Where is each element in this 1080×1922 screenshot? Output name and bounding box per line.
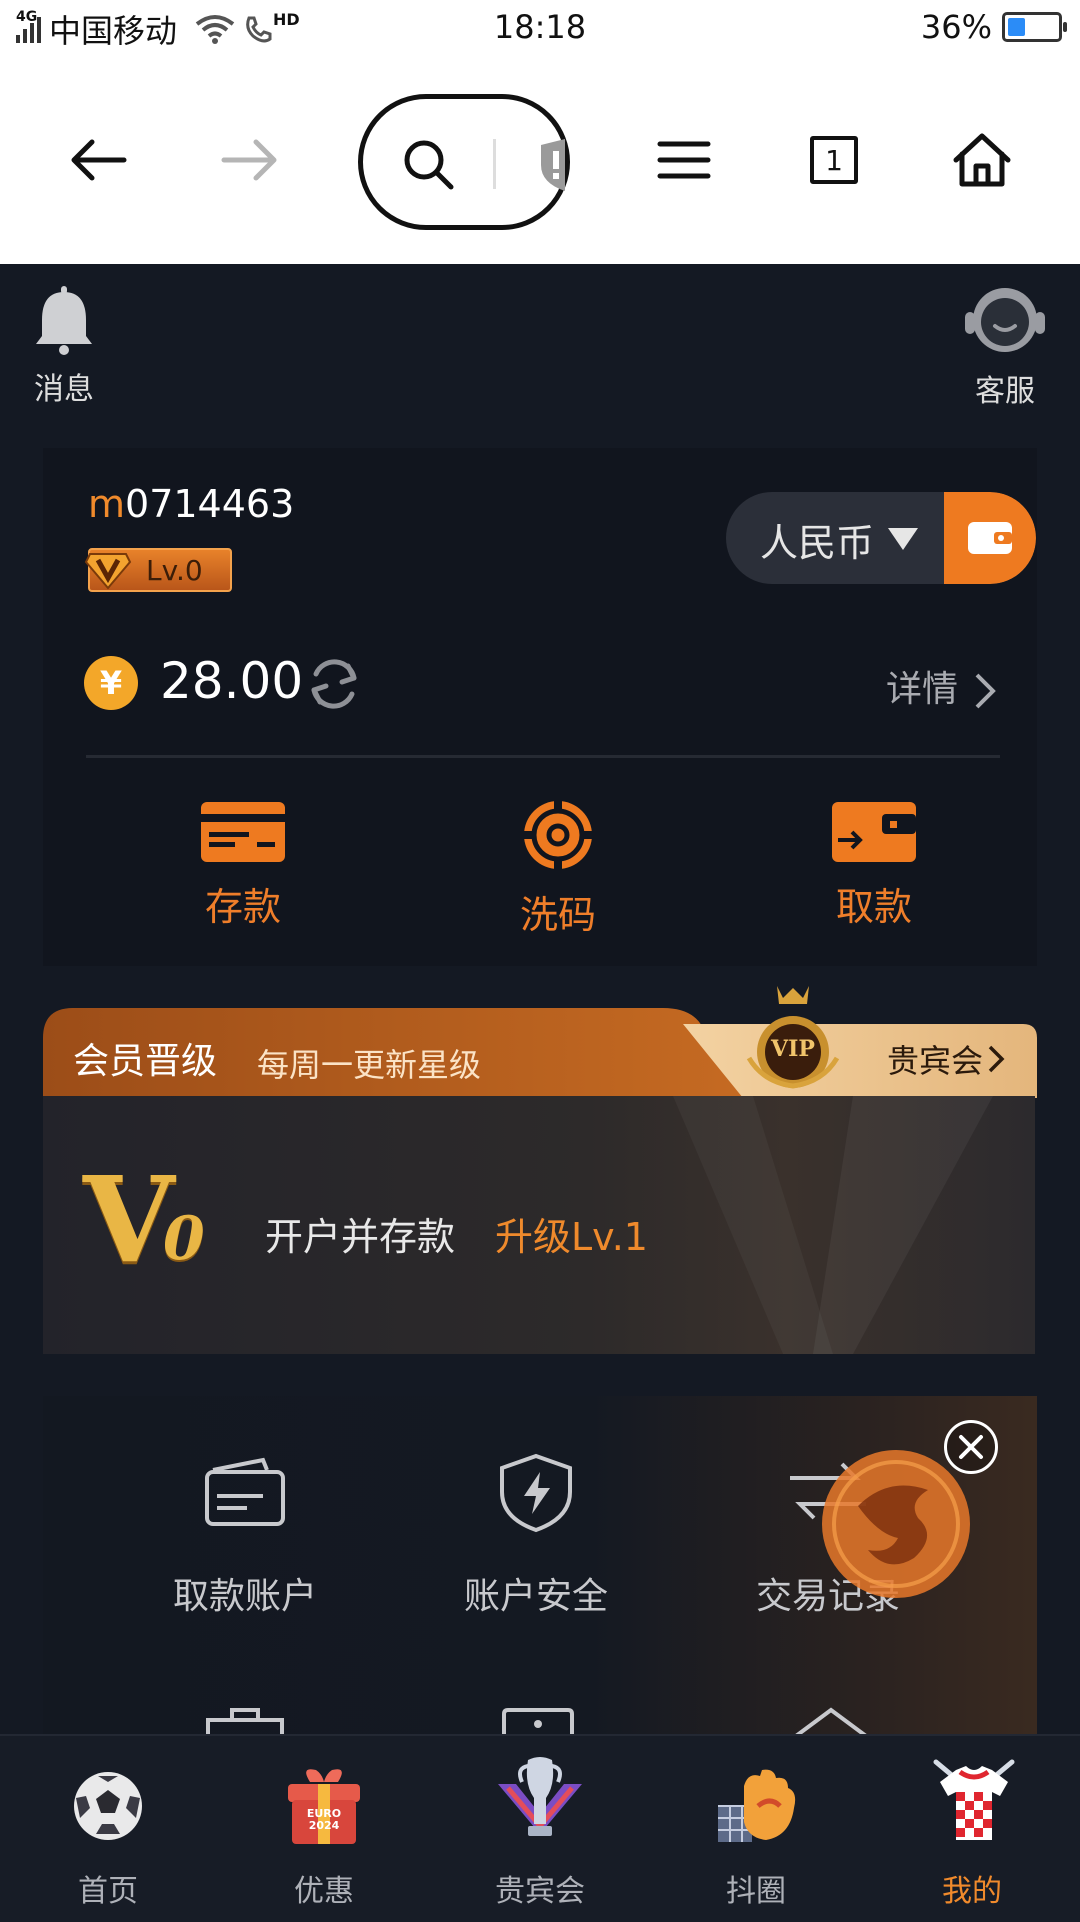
caret-down-icon (888, 528, 918, 550)
withdraw-button[interactable]: 取款 (774, 800, 974, 931)
rebate-label: 洗码 (519, 893, 596, 937)
deposit-label: 存款 (204, 885, 281, 929)
vip-subtitle: 每周一更新星级 (257, 1046, 482, 1084)
customer-service-button[interactable]: 客服 (962, 282, 1048, 410)
account-security-label: 账户安全 (463, 1576, 608, 1617)
status-time: 18:18 (493, 8, 587, 46)
bank-card-icon (205, 1457, 285, 1526)
nav-promotions-label: 优惠 (294, 1874, 354, 1909)
gift-box-icon (288, 1769, 360, 1844)
level-text: Lv.0 (146, 554, 203, 587)
shield-alert-icon (541, 139, 565, 191)
nav-profile-label: 我的 (942, 1874, 1002, 1909)
card-divider (86, 755, 1000, 758)
euro-badge: EURO 2024 (306, 1807, 342, 1832)
goalkeeper-glove-icon (718, 1769, 796, 1842)
browser-toolbar: 1 (0, 56, 1080, 264)
close-promo-button[interactable] (944, 1420, 998, 1474)
jersey-icon (933, 1759, 1015, 1840)
monitor-icon (502, 1708, 574, 1736)
nav-vip-label: 贵宾会 (495, 1874, 585, 1909)
nav-home-label: 首页 (78, 1874, 138, 1909)
wallet-icon (968, 522, 1012, 554)
vip-level-digit: 0 (163, 1204, 205, 1274)
battery-status: 36% (920, 8, 1067, 46)
tabs-button[interactable]: 1 (794, 56, 874, 264)
shield-bolt-icon (500, 1453, 572, 1533)
tab-count-icon: 1 (810, 136, 858, 184)
currency-selector[interactable]: 人民币 (726, 492, 1036, 584)
bell-icon (36, 286, 92, 355)
back-button[interactable] (58, 56, 138, 264)
chip-icon (523, 800, 593, 870)
messages-button[interactable]: 消息 (24, 286, 104, 408)
nav-feed-label: 抖圈 (726, 1874, 786, 1909)
forward-button[interactable] (210, 56, 290, 264)
balance: 28.00 (160, 652, 304, 710)
tab-count: 1 (825, 143, 843, 177)
search-pill[interactable] (358, 94, 570, 230)
vip-title: 会员晋级 (73, 1041, 218, 1082)
briefcase-icon (206, 1708, 284, 1736)
coin-icon: ¥ (84, 656, 138, 710)
battery-percent: 36% (920, 8, 992, 46)
arrow-right-icon (221, 139, 277, 181)
withdraw-account-label: 取款账户 (172, 1576, 317, 1617)
rebate-button[interactable]: 洗码 (458, 798, 658, 939)
currency-label: 人民币 (760, 521, 875, 565)
withdraw-label: 取款 (835, 885, 912, 929)
close-icon (959, 1435, 983, 1459)
status-bar: 4G 中国移动 HD 18:18 36% (0, 0, 1080, 56)
headset-icon (965, 288, 1045, 352)
house-outline-icon (794, 1707, 868, 1736)
battery-icon (1002, 12, 1067, 42)
trophy-icon (498, 1757, 582, 1836)
deposit-card-icon (201, 802, 285, 862)
chevron-right-icon (988, 1045, 1005, 1073)
soccer-ball-icon (74, 1772, 142, 1840)
arrow-left-icon (71, 139, 127, 181)
deposit-button[interactable]: 存款 (143, 800, 343, 931)
vip-header: 会员晋级 每周一更新星级 VIP 贵宾会 (43, 986, 1037, 1098)
messages-label: 消息 (34, 372, 94, 407)
vip-card-shine (673, 1096, 993, 1354)
withdraw-wallet-icon (832, 802, 916, 862)
username: m0714463 (88, 482, 294, 526)
wallet-button[interactable] (944, 492, 1036, 584)
search-icon (404, 140, 454, 190)
search-divider (493, 139, 496, 189)
vip-crown-badge: VIP (743, 982, 843, 1094)
vip-level-card[interactable]: V 0 开户并存款 升级Lv.1 (43, 1096, 1035, 1354)
username-number: 0714463 (125, 482, 295, 526)
home-icon (953, 133, 1011, 187)
chevron-right-icon (976, 673, 997, 709)
vip-club-label: 贵宾会 (887, 1042, 984, 1080)
hamburger-menu-icon (657, 141, 711, 179)
refresh-icon[interactable] (306, 656, 362, 712)
vip-upgrade-text: 升级Lv.1 (495, 1215, 648, 1259)
vip-badge-text: VIP (771, 1036, 815, 1062)
support-label: 客服 (975, 374, 1035, 409)
vip-level-emblem: V 0 (83, 1150, 223, 1289)
details-label: 详情 (886, 669, 959, 710)
v-diamond-icon (84, 553, 132, 590)
home-button[interactable] (942, 56, 1022, 264)
details-link[interactable]: 详情 (886, 660, 997, 712)
menu-button[interactable] (644, 56, 724, 264)
account-security-item[interactable]: 账户安全 (426, 1452, 646, 1619)
withdraw-account-item[interactable]: 取款账户 (135, 1456, 355, 1619)
username-prefix: m (88, 482, 126, 526)
vip-level-big: V (83, 1150, 175, 1289)
bottom-navigation: 首页 EURO 2024 优惠 贵宾会 抖圈 我的 (0, 1734, 1080, 1922)
vip-club-link[interactable]: 贵宾会 (887, 1036, 1005, 1082)
level-badge: Lv.0 (84, 548, 232, 592)
vip-requirement: 开户并存款 (265, 1215, 456, 1259)
